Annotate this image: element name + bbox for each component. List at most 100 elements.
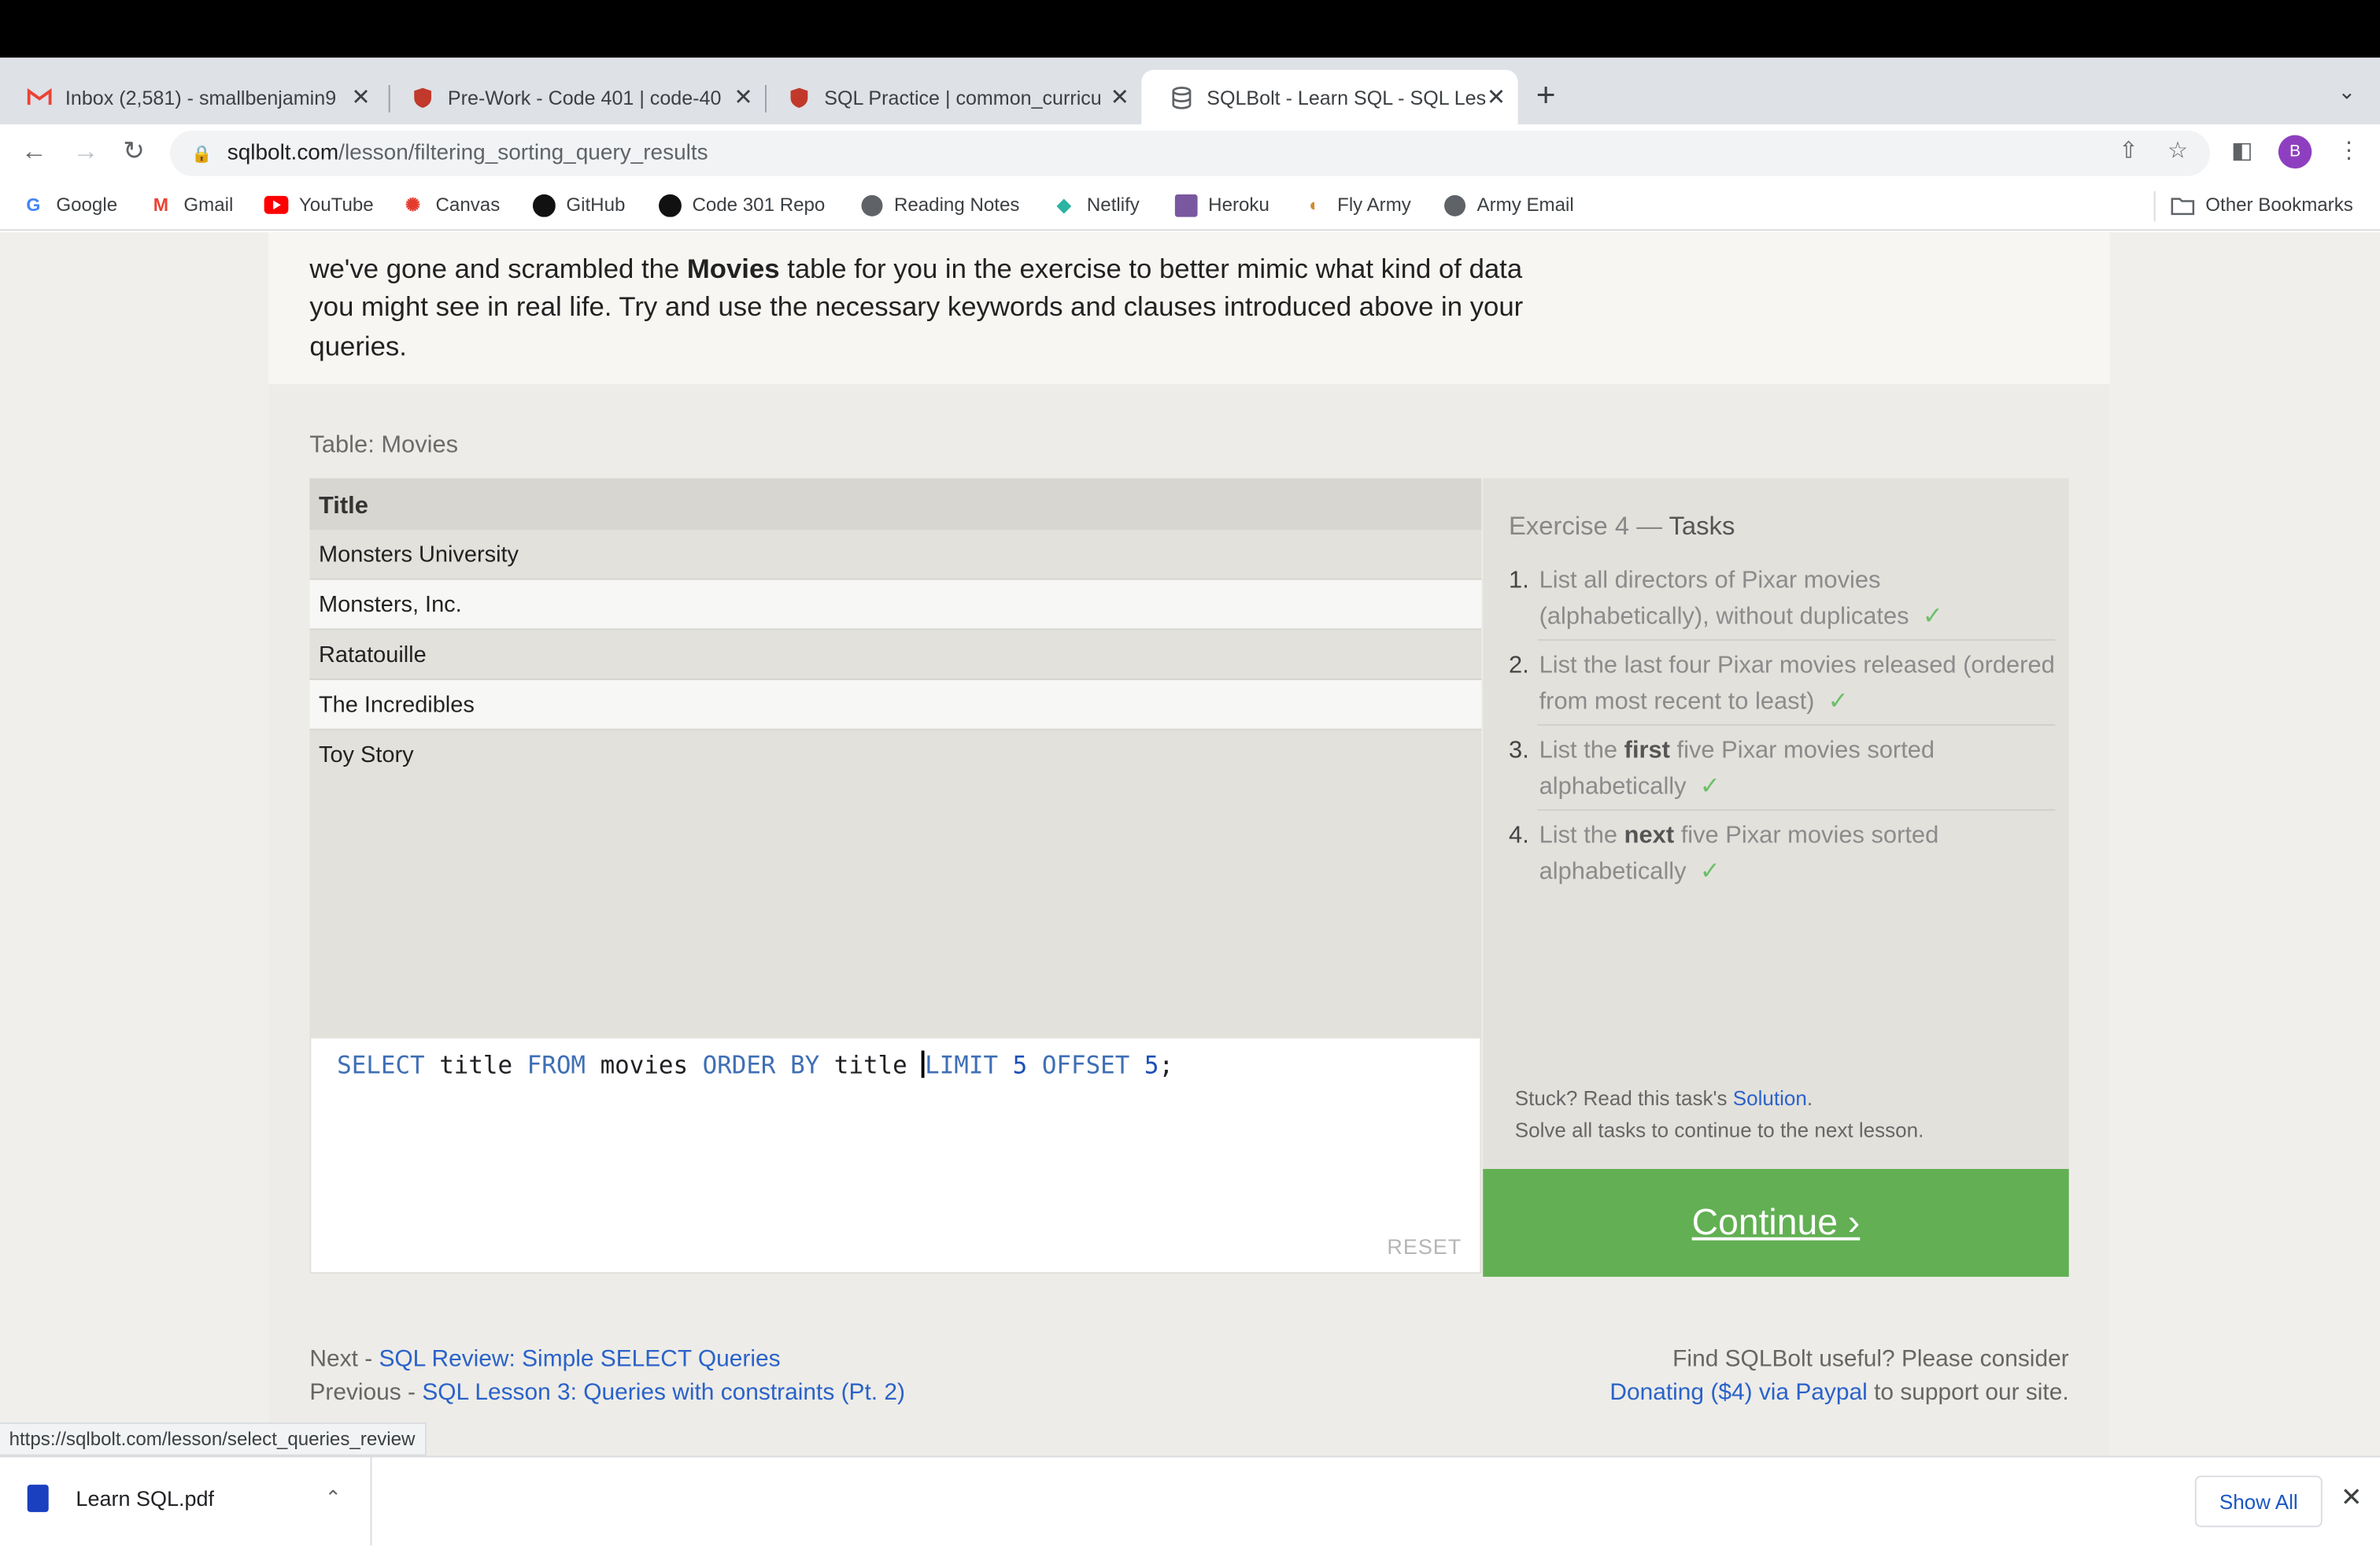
close-tab-icon[interactable]: ✕ bbox=[734, 83, 752, 111]
previous-label: Previous - bbox=[309, 1380, 423, 1406]
avatar[interactable]: B bbox=[2278, 135, 2312, 169]
gmail-icon: M bbox=[153, 194, 169, 216]
donate-text: to support our site. bbox=[1867, 1380, 2069, 1406]
window-top-bar bbox=[0, 0, 2380, 58]
stuck-text: Stuck? Read this task's bbox=[1514, 1086, 1733, 1110]
share-icon[interactable]: ⇧ bbox=[2119, 137, 2138, 165]
task-bold: first bbox=[1624, 738, 1670, 764]
task-bold: next bbox=[1624, 823, 1675, 849]
back-icon[interactable]: ← bbox=[21, 137, 47, 168]
github-icon bbox=[657, 193, 682, 217]
canvas-icon: ✺ bbox=[405, 194, 421, 216]
sql-number: 5 bbox=[1144, 1050, 1159, 1080]
bookmark-label: Fly Army bbox=[1337, 194, 1411, 216]
task-divider bbox=[1537, 638, 2056, 641]
continue-button[interactable]: Continue › bbox=[1483, 1169, 2069, 1277]
bookmark-netlify[interactable]: ◆ Netlify bbox=[1052, 193, 1140, 217]
close-tab-icon[interactable]: ✕ bbox=[351, 83, 370, 111]
bookmark-label: Gmail bbox=[183, 194, 234, 216]
lesson-content: we've gone and scrambled the Movies tabl… bbox=[268, 232, 2110, 1456]
downloads-divider bbox=[370, 1457, 372, 1546]
solution-link[interactable]: Solution bbox=[1733, 1087, 1807, 1110]
bookmark-heroku[interactable]: Heroku bbox=[1173, 193, 1269, 217]
bookmark-label: GitHub bbox=[566, 194, 626, 216]
next-label: Next - bbox=[309, 1346, 379, 1373]
table-row: The Incredibles bbox=[309, 680, 1482, 730]
army-icon: ◐ bbox=[1309, 194, 1321, 216]
table-row: Ratatouille bbox=[309, 630, 1482, 681]
sql-editor[interactable]: SELECT title FROM movies ORDER BY title … bbox=[309, 1037, 1482, 1274]
tab-prework[interactable]: Pre-Work - Code 401 | code-40 ✕ bbox=[382, 70, 765, 124]
next-lesson-link[interactable]: SQL Review: Simple SELECT Queries bbox=[379, 1347, 780, 1373]
star-icon[interactable]: ☆ bbox=[2168, 137, 2188, 165]
tab-sqlbolt[interactable]: SQLBolt - Learn SQL - SQL Les ✕ bbox=[1141, 69, 1518, 125]
bookmark-reading-notes[interactable]: Reading Notes bbox=[859, 193, 1019, 217]
table-header: Title bbox=[309, 478, 1482, 531]
bookmark-code301[interactable]: Code 301 Repo bbox=[657, 193, 825, 217]
menu-icon[interactable]: ⋮ bbox=[2338, 137, 2360, 165]
bookmark-fly-army[interactable]: ◐ Fly Army bbox=[1303, 193, 1411, 217]
results-table: Title Monsters University Monsters, Inc.… bbox=[309, 478, 1482, 1041]
tasks-title-prefix: Exercise 4 — bbox=[1509, 511, 1669, 541]
close-icon[interactable]: ✕ bbox=[2341, 1483, 2362, 1514]
show-all-button[interactable]: Show All bbox=[2194, 1475, 2323, 1528]
donate-link[interactable]: Donating ($4) via Paypal bbox=[1609, 1380, 1867, 1406]
reload-icon[interactable]: ↻ bbox=[123, 137, 144, 168]
heroku-icon bbox=[1173, 193, 1198, 217]
sql-text: title bbox=[819, 1050, 922, 1080]
task-number: 3. bbox=[1509, 738, 1529, 764]
task-item: 2. List the last four Pixar movies relea… bbox=[1509, 649, 2055, 720]
previous-lesson-link[interactable]: SQL Lesson 3: Queries with constraints (… bbox=[422, 1380, 905, 1406]
globe-icon bbox=[1442, 193, 1466, 217]
sql-code[interactable]: SELECT title FROM movies ORDER BY title … bbox=[337, 1050, 1173, 1080]
download-item[interactable]: Learn SQL.pdf bbox=[27, 1485, 215, 1512]
lesson-paragraph: we've gone and scrambled the Movies tabl… bbox=[309, 232, 1599, 366]
bookmark-google[interactable]: G Google bbox=[21, 193, 117, 217]
address-bar[interactable]: 🔒 sqlbolt.com/lesson/filtering_sorting_q… bbox=[170, 130, 2211, 176]
sql-text: movies bbox=[585, 1050, 703, 1080]
bookmark-army-email[interactable]: Army Email bbox=[1442, 193, 1574, 217]
tab-title: SQL Practice | common_curricu bbox=[824, 85, 1102, 109]
check-icon: ✓ bbox=[1699, 773, 1720, 800]
task-item: 4. List the next five Pixar movies sorte… bbox=[1509, 819, 2055, 890]
chevron-up-icon[interactable]: ⌃ bbox=[325, 1486, 342, 1511]
tab-gmail[interactable]: Inbox (2,581) - smallbenjamin9 ✕ bbox=[0, 70, 382, 124]
google-icon: G bbox=[26, 194, 41, 216]
close-tab-icon[interactable]: ✕ bbox=[1487, 83, 1506, 111]
downloads-bar: Learn SQL.pdf ⌃ Show All ✕ bbox=[0, 1455, 2380, 1546]
stuck-text: . bbox=[1806, 1086, 1813, 1110]
other-bookmarks[interactable]: Other Bookmarks bbox=[2171, 193, 2353, 217]
globe-icon bbox=[859, 193, 884, 217]
side-panel-icon[interactable]: ◧ bbox=[2231, 137, 2252, 165]
pdf-file-icon bbox=[27, 1485, 49, 1512]
task-number: 2. bbox=[1509, 653, 1529, 679]
bookmark-gmail[interactable]: M Gmail bbox=[149, 193, 234, 217]
bookmark-github[interactable]: GitHub bbox=[531, 193, 625, 217]
lesson-text-line: queries. bbox=[309, 330, 407, 361]
task-text: List the bbox=[1539, 823, 1624, 849]
bookmark-label: Google bbox=[56, 194, 118, 216]
bookmark-label: Code 301 Repo bbox=[692, 194, 826, 216]
bookmark-canvas[interactable]: ✺ Canvas bbox=[401, 193, 500, 217]
github-icon bbox=[531, 193, 556, 217]
new-tab-icon[interactable]: + bbox=[1536, 76, 1556, 115]
task-divider bbox=[1537, 723, 2056, 726]
tab-sql-practice[interactable]: SQL Practice | common_curricu ✕ bbox=[759, 70, 1141, 124]
table-row: Toy Story bbox=[319, 742, 414, 768]
codefellows-icon bbox=[786, 85, 811, 109]
chevron-down-icon[interactable]: ⌄ bbox=[2338, 79, 2356, 105]
bookmark-youtube[interactable]: YouTube bbox=[264, 193, 374, 217]
reset-button[interactable]: RESET bbox=[1387, 1234, 1462, 1259]
sql-keyword: FROM bbox=[527, 1050, 586, 1080]
download-filename: Learn SQL.pdf bbox=[76, 1486, 215, 1511]
close-tab-icon[interactable]: ✕ bbox=[1111, 83, 1129, 111]
forward-icon[interactable]: → bbox=[73, 137, 99, 168]
check-icon: ✓ bbox=[1699, 858, 1720, 885]
task-text: List all directors of Pixar movies (alph… bbox=[1539, 568, 1909, 630]
sql-text: title bbox=[424, 1050, 527, 1080]
tab-title: Pre-Work - Code 401 | code-40 bbox=[447, 85, 722, 109]
url-host: sqlbolt.com bbox=[227, 141, 339, 166]
tasks-title-main: Tasks bbox=[1669, 511, 1735, 541]
